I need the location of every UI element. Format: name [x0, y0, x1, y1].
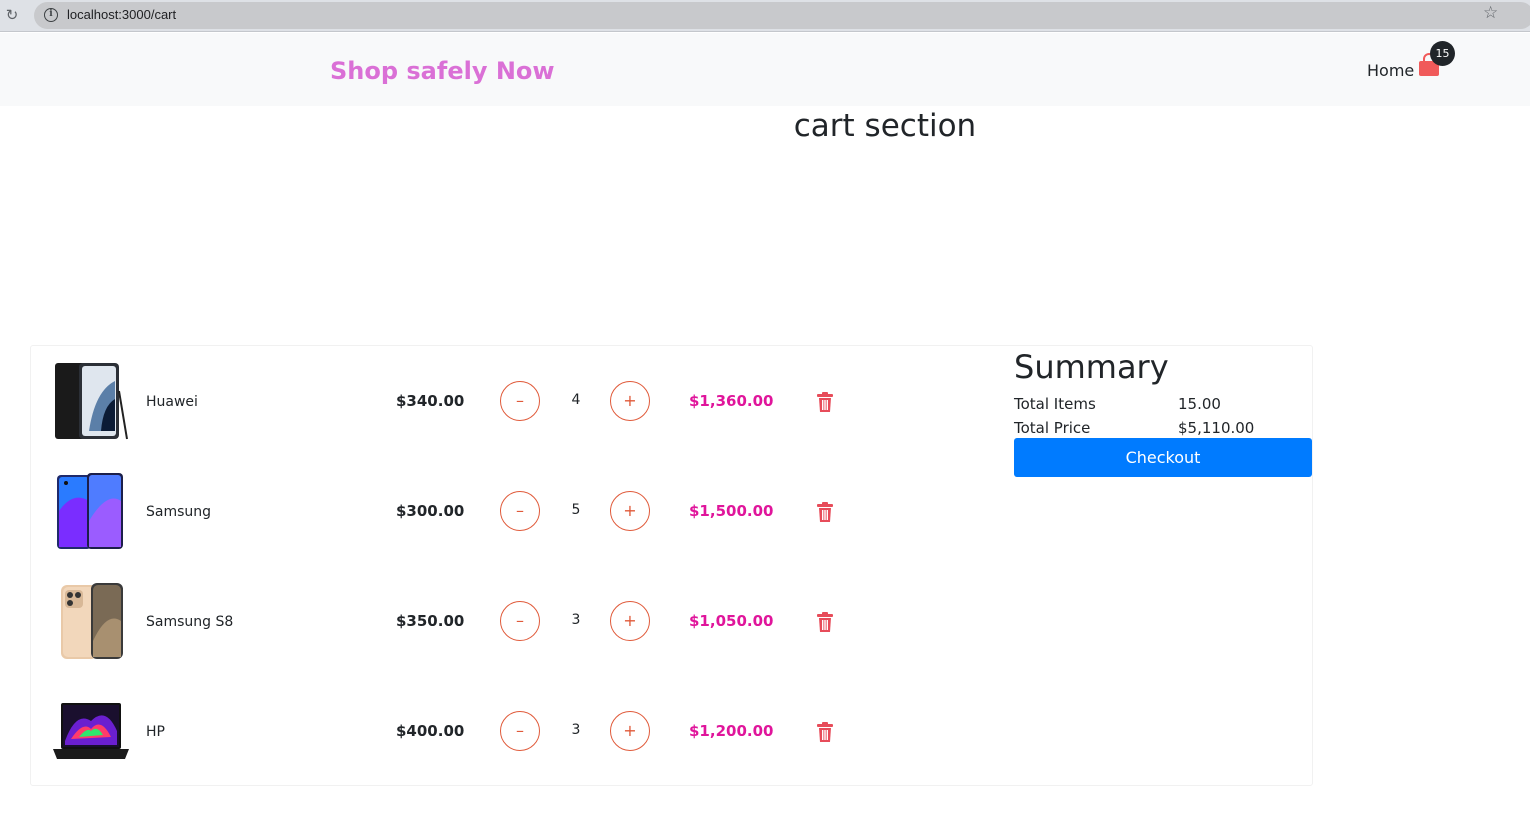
brand-link[interactable]: Shop safely Now: [330, 57, 555, 85]
product-image-huawei: [55, 363, 128, 440]
item-price: $300.00: [396, 502, 465, 520]
browser-toolbar: ↻ i localhost:3000/cart ☆: [0, 0, 1530, 32]
decrease-quantity-button[interactable]: –: [500, 381, 540, 421]
page-title: cart section: [793, 108, 977, 144]
url-text: localhost:3000/cart: [67, 7, 177, 22]
cart-item-row: Huawei $340.00 – 4 + $1,360.00: [31, 346, 931, 456]
item-total: $1,360.00: [689, 392, 774, 410]
item-quantity: 3: [571, 722, 581, 738]
product-image-samsung: [57, 473, 123, 549]
trash-icon[interactable]: [817, 392, 833, 412]
navbar: Shop safely Now Home 15: [0, 33, 1530, 106]
item-total: $1,050.00: [689, 612, 774, 630]
decrease-quantity-button[interactable]: –: [500, 491, 540, 531]
cart-count-badge: 15: [1430, 41, 1455, 66]
item-total: $1,200.00: [689, 722, 774, 740]
item-quantity: 5: [571, 502, 581, 518]
item-name: Samsung S8: [146, 614, 234, 630]
decrease-quantity-button[interactable]: –: [500, 601, 540, 641]
product-image-samsung-s8: [61, 583, 123, 659]
home-link[interactable]: Home: [1367, 61, 1414, 80]
item-name: Huawei: [146, 394, 198, 410]
decrease-quantity-button[interactable]: –: [500, 711, 540, 751]
cart-item-row: Samsung S8 $350.00 – 3 + $1,050.00: [31, 566, 931, 676]
cart-item-row: Samsung $300.00 – 5 + $1,500.00: [31, 456, 931, 566]
item-quantity: 4: [571, 392, 581, 408]
trash-icon[interactable]: [817, 612, 833, 632]
trash-icon[interactable]: [817, 502, 833, 522]
item-name: HP: [146, 724, 165, 740]
item-total: $1,500.00: [689, 502, 774, 520]
total-items-value: 15.00: [1178, 395, 1221, 413]
reload-icon[interactable]: ↻: [3, 6, 21, 24]
item-price: $350.00: [396, 612, 465, 630]
total-price-value: $5,110.00: [1178, 419, 1255, 437]
item-price: $340.00: [396, 392, 465, 410]
bookmark-star-icon[interactable]: ☆: [1483, 3, 1498, 23]
cart-item-row: HP $400.00 – 3 + $1,200.00: [31, 676, 931, 786]
info-icon[interactable]: i: [44, 8, 58, 22]
total-items-label: Total Items: [1014, 395, 1096, 413]
increase-quantity-button[interactable]: +: [610, 711, 650, 751]
trash-icon[interactable]: [817, 722, 833, 742]
item-quantity: 3: [571, 612, 581, 628]
summary-title: Summary: [1014, 348, 1169, 386]
increase-quantity-button[interactable]: +: [610, 601, 650, 641]
increase-quantity-button[interactable]: +: [610, 381, 650, 421]
increase-quantity-button[interactable]: +: [610, 491, 650, 531]
item-price: $400.00: [396, 722, 465, 740]
product-image-hp-laptop: [53, 703, 129, 759]
cart-list: Huawei $340.00 – 4 + $1,360.00 Samsung $…: [30, 345, 1313, 786]
checkout-button[interactable]: Checkout: [1014, 438, 1312, 477]
total-price-label: Total Price: [1014, 419, 1091, 437]
item-name: Samsung: [146, 504, 212, 520]
address-bar[interactable]: i localhost:3000/cart: [34, 2, 1530, 29]
